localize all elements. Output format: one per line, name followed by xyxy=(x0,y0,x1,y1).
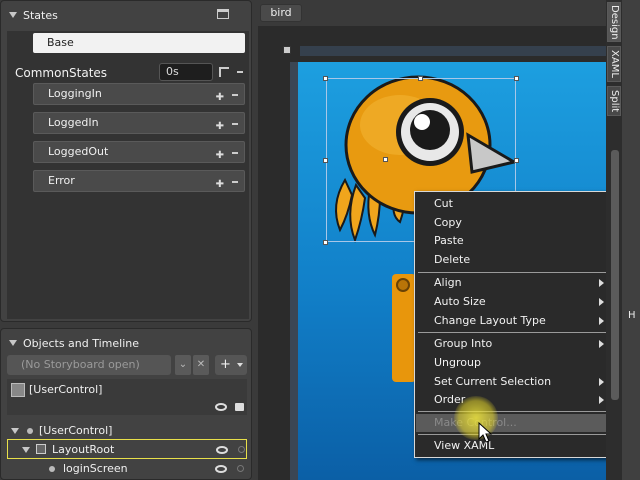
resize-handle[interactable] xyxy=(323,76,328,81)
submenu-arrow-icon xyxy=(599,340,604,348)
resize-handle[interactable] xyxy=(418,76,423,81)
submenu-arrow-icon xyxy=(599,279,604,287)
menu-item-label: Align xyxy=(434,276,462,289)
tab-design[interactable]: Design xyxy=(607,2,621,42)
menu-item-copy[interactable]: Copy xyxy=(416,214,610,232)
menu-item-delete[interactable]: Delete xyxy=(416,251,610,269)
menu-item-view-xaml[interactable]: View XAML xyxy=(416,437,610,455)
login-panel-element[interactable] xyxy=(392,274,416,382)
center-handle[interactable] xyxy=(383,157,388,162)
menu-item-label: Group Into xyxy=(434,337,493,350)
resize-handle[interactable] xyxy=(323,240,328,245)
menu-separator xyxy=(418,272,608,273)
submenu-arrow-icon xyxy=(599,378,604,386)
menu-separator xyxy=(418,332,608,333)
menu-item-ungroup[interactable]: Ungroup xyxy=(416,354,610,372)
mouse-pointer-icon xyxy=(478,422,493,443)
menu-item-change-layout-type[interactable]: Change Layout Type xyxy=(416,312,610,330)
menu-item-make-control[interactable]: Make Control... xyxy=(416,414,610,432)
menu-item-group-into[interactable]: Group Into xyxy=(416,335,610,353)
resize-handle[interactable] xyxy=(323,158,328,163)
menu-item-auto-size[interactable]: Auto Size xyxy=(416,293,610,311)
submenu-arrow-icon xyxy=(599,396,604,404)
context-menu: Cut Copy Paste Delete Align Auto Size Ch… xyxy=(414,191,612,458)
tab-knob-icon xyxy=(396,278,410,292)
properties-panel-edge xyxy=(622,0,640,480)
menu-item-label: Auto Size xyxy=(434,295,486,308)
tab-split[interactable]: Split xyxy=(607,86,621,116)
menu-separator xyxy=(418,434,608,435)
menu-separator xyxy=(418,411,608,412)
tab-xaml[interactable]: XAML xyxy=(607,46,621,82)
menu-item-paste[interactable]: Paste xyxy=(416,232,610,250)
resize-handle[interactable] xyxy=(514,158,519,163)
menu-item-set-current-selection[interactable]: Set Current Selection xyxy=(416,373,610,391)
menu-item-cut[interactable]: Cut xyxy=(416,195,610,213)
properties-panel-label: H xyxy=(628,310,636,321)
menu-item-order[interactable]: Order xyxy=(416,391,610,409)
resize-handle[interactable] xyxy=(514,76,519,81)
vertical-scrollbar[interactable] xyxy=(611,150,619,400)
menu-item-label: Set Current Selection xyxy=(434,375,552,388)
menu-item-align[interactable]: Align xyxy=(416,274,610,292)
submenu-arrow-icon xyxy=(599,298,604,306)
submenu-arrow-icon xyxy=(599,317,604,325)
menu-item-label: Change Layout Type xyxy=(434,314,546,327)
